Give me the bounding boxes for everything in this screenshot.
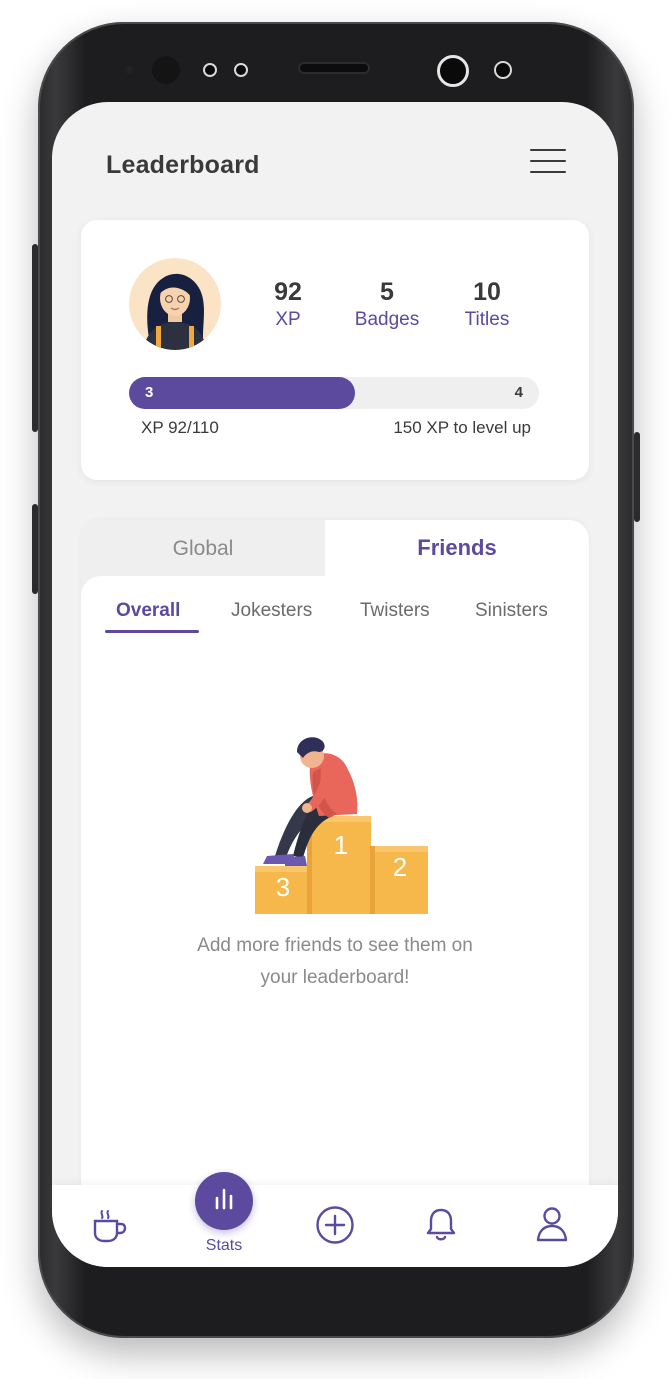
current-level: 3 bbox=[145, 384, 154, 401]
volume-button bbox=[32, 244, 38, 432]
titles-value: 10 bbox=[473, 278, 501, 306]
category-tabs: Overall Jokesters Twisters Sinisters bbox=[81, 600, 589, 640]
tab-global[interactable]: Global bbox=[81, 520, 325, 576]
plus-circle-icon[interactable] bbox=[315, 1205, 355, 1250]
profile-card: 92 XP 5 Badges 10 Titles 3 4 XP 92/110 1… bbox=[81, 220, 589, 480]
page-title: Leaderboard bbox=[106, 151, 260, 179]
titles-stat[interactable]: 10 Titles bbox=[437, 278, 537, 332]
next-level: 4 bbox=[514, 384, 523, 401]
proximity-sensor bbox=[203, 63, 217, 77]
badges-stat[interactable]: 5 Badges bbox=[337, 278, 437, 332]
front-camera bbox=[437, 55, 469, 87]
scope-tabs: Global Friends bbox=[81, 520, 589, 576]
hamburger-menu-icon[interactable] bbox=[530, 146, 566, 176]
sensor bbox=[125, 66, 133, 74]
stats-nav-label: Stats bbox=[205, 1237, 243, 1254]
podium-first-label: 1 bbox=[334, 830, 348, 860]
app-screen: Leaderboard 92 XP 5 Badges 10 Titles 3 4… bbox=[52, 102, 618, 1267]
badges-label: Badges bbox=[354, 309, 420, 330]
empty-state-line1: Add more friends to see them on bbox=[197, 935, 473, 956]
iris-sensor bbox=[152, 56, 180, 84]
level-progress-fill bbox=[129, 377, 355, 409]
light-sensor bbox=[234, 63, 248, 77]
xp-stat: 92 XP bbox=[238, 278, 338, 332]
earpiece-speaker bbox=[298, 62, 370, 74]
user-icon[interactable] bbox=[536, 1206, 568, 1247]
active-subtab-indicator bbox=[105, 630, 199, 633]
xp-progress-text: XP 92/110 bbox=[141, 418, 219, 437]
bixby-button bbox=[32, 504, 38, 594]
xp-value: 92 bbox=[274, 278, 302, 306]
bell-icon[interactable] bbox=[426, 1206, 456, 1247]
leaderboard-panel: Global Friends Overall Jokesters Twister… bbox=[81, 520, 589, 1267]
stats-button[interactable] bbox=[195, 1172, 253, 1230]
empty-state-message: Add more friends to see them on your lea… bbox=[81, 930, 589, 994]
level-progress-bar: 3 4 bbox=[129, 377, 539, 409]
podium-second-label: 2 bbox=[393, 852, 407, 882]
stats-chart-icon bbox=[215, 1188, 233, 1210]
avatar[interactable] bbox=[129, 258, 221, 350]
camera-flash bbox=[494, 61, 512, 79]
coffee-cup-icon[interactable] bbox=[92, 1209, 128, 1248]
empty-state-line2: your leaderboard! bbox=[260, 967, 410, 988]
bottom-navigation bbox=[52, 1185, 618, 1267]
xp-label: XP bbox=[275, 309, 301, 330]
subtab-twisters[interactable]: Twisters bbox=[360, 600, 430, 622]
subtab-overall[interactable]: Overall bbox=[116, 600, 180, 622]
badges-value: 5 bbox=[380, 278, 394, 306]
level-up-text: 150 XP to level up bbox=[393, 418, 531, 437]
tab-friends[interactable]: Friends bbox=[325, 520, 589, 576]
podium-third-label: 3 bbox=[276, 872, 290, 902]
subtab-jokesters[interactable]: Jokesters bbox=[231, 600, 312, 622]
power-button bbox=[634, 432, 640, 522]
empty-podium-illustration: 1 2 3 bbox=[241, 728, 441, 918]
subtab-sinisters[interactable]: Sinisters bbox=[475, 600, 548, 622]
titles-label: Titles bbox=[464, 309, 510, 330]
